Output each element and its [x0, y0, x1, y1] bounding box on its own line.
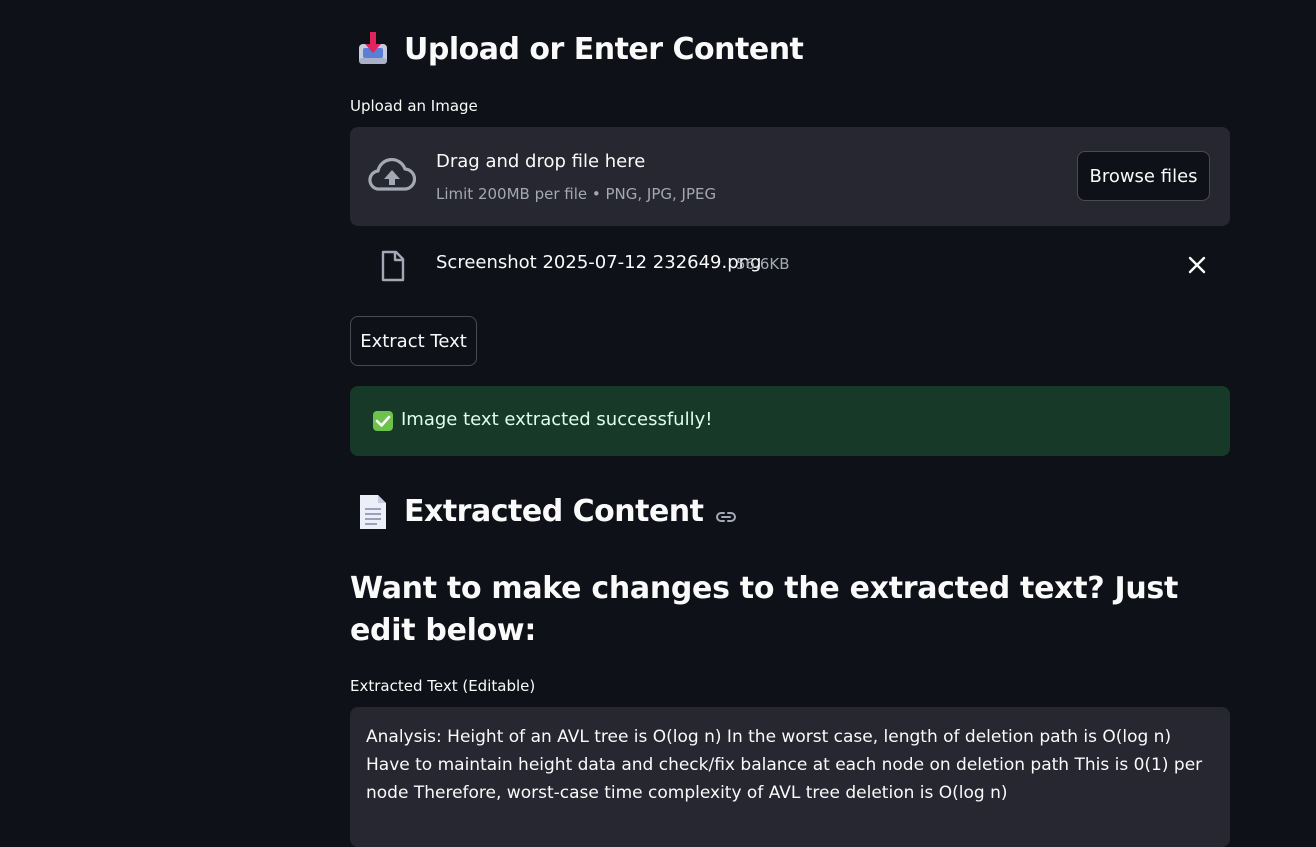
upload-heading: Upload or Enter Content [356, 30, 804, 68]
edit-instructions-heading: Want to make changes to the extracted te… [350, 571, 1179, 648]
dropzone-subtitle: Limit 200MB per file • PNG, JPG, JPEG [436, 185, 717, 203]
success-message: Image text extracted successfully! [401, 409, 713, 430]
uploaded-file-name: Screenshot 2025-07-12 232649.png [436, 252, 762, 273]
textarea-label: Extracted Text (Editable) [350, 677, 536, 695]
upload-label: Upload an Image [350, 97, 478, 115]
uploaded-file-row: Screenshot 2025-07-12 232649.png 56.6KB [350, 240, 1230, 290]
upload-heading-text: Upload or Enter Content [404, 31, 804, 67]
check-mark-icon [373, 411, 393, 431]
uploaded-file-size: 56.6KB [736, 255, 790, 273]
extracted-heading-text: Extracted Content [404, 494, 704, 529]
extracted-text-area[interactable]: Analysis: Height of an AVL tree is O(log… [350, 707, 1230, 847]
success-alert: Image text extracted successfully! [350, 386, 1230, 456]
extract-text-button[interactable]: Extract Text [350, 316, 477, 366]
file-dropzone[interactable]: Drag and drop file here Limit 200MB per … [350, 127, 1230, 226]
remove-file-icon[interactable] [1186, 254, 1208, 280]
document-icon [356, 493, 390, 531]
browse-files-button[interactable]: Browse files [1077, 151, 1210, 201]
link-icon[interactable] [715, 497, 737, 532]
dropzone-title: Drag and drop file here [436, 151, 646, 172]
file-icon [380, 250, 406, 286]
cloud-upload-icon [368, 155, 417, 199]
inbox-tray-icon [356, 30, 390, 68]
extracted-heading: Extracted Content [356, 491, 737, 532]
